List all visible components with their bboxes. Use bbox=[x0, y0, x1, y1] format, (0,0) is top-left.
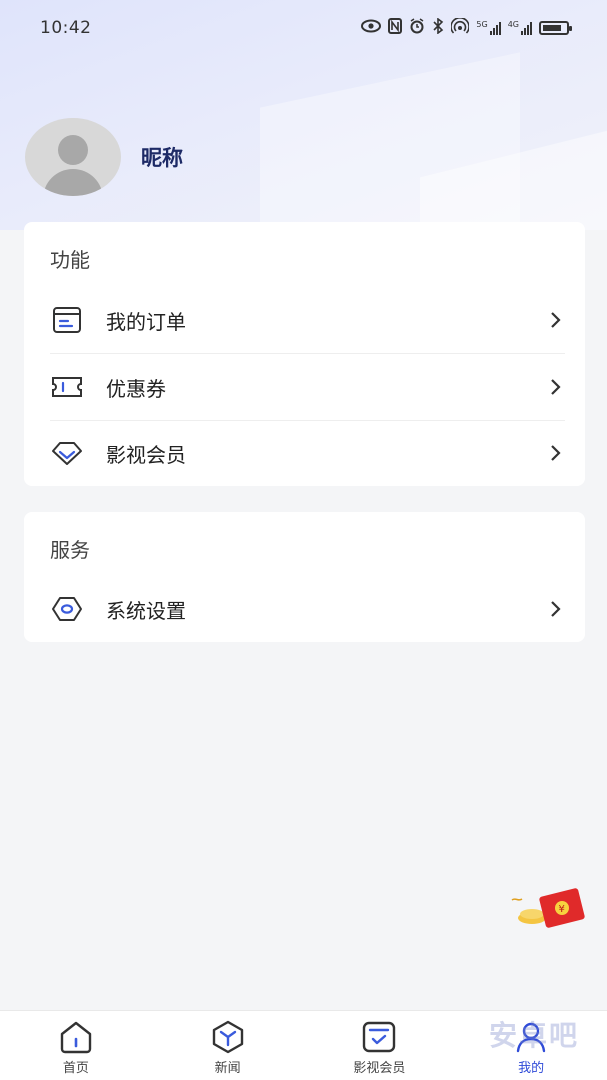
menu-item-coupons[interactable]: 优惠券 bbox=[50, 354, 565, 420]
signal-icon: 4G bbox=[508, 21, 532, 35]
tab-home[interactable]: 首页 bbox=[0, 1011, 152, 1080]
profile-header[interactable]: 昵称 bbox=[25, 118, 183, 196]
services-card: 服务 系统设置 bbox=[24, 512, 585, 642]
bluetooth-icon bbox=[432, 17, 444, 38]
chevron-right-icon bbox=[547, 378, 565, 396]
status-icons: 5G 4G bbox=[361, 17, 572, 38]
tab-label: 影视会员 bbox=[353, 1061, 406, 1076]
chevron-right-icon bbox=[547, 444, 565, 462]
tab-label: 我的 bbox=[518, 1061, 545, 1076]
menu-item-vip-membership[interactable]: 影视会员 bbox=[50, 420, 565, 486]
tab-vip-membership[interactable]: 影视会员 bbox=[304, 1011, 456, 1080]
chevron-right-icon bbox=[547, 600, 565, 618]
tab-label: 新闻 bbox=[214, 1061, 241, 1076]
functions-card: 功能 我的订单 优惠券 影视会员 bbox=[24, 222, 585, 486]
nfc-icon bbox=[388, 18, 403, 38]
signal-icon: 5G bbox=[476, 20, 501, 35]
menu-item-my-orders[interactable]: 我的订单 bbox=[50, 287, 565, 353]
menu-item-label: 系统设置 bbox=[106, 598, 186, 623]
home-icon bbox=[57, 1019, 95, 1055]
tab-news[interactable]: 新闻 bbox=[152, 1011, 304, 1080]
coupon-icon bbox=[50, 370, 84, 404]
nickname[interactable]: 昵称 bbox=[141, 142, 183, 172]
section-title: 服务 bbox=[50, 538, 90, 562]
eye-icon bbox=[361, 19, 382, 37]
menu-item-label: 影视会员 bbox=[106, 442, 186, 467]
network-type-label: 5G bbox=[476, 20, 488, 29]
battery-icon bbox=[539, 21, 572, 35]
menu-item-label: 我的订单 bbox=[106, 309, 186, 334]
chevron-right-icon bbox=[547, 311, 565, 329]
status-time: 10:42 bbox=[40, 18, 92, 38]
alarm-icon bbox=[409, 18, 425, 38]
red-packet-floating-button[interactable]: ¥ bbox=[510, 886, 590, 932]
news-icon bbox=[209, 1019, 247, 1055]
watermark: 安卓吧 bbox=[488, 1019, 579, 1052]
svg-text:¥: ¥ bbox=[559, 904, 565, 915]
section-title: 功能 bbox=[50, 248, 90, 272]
avatar[interactable] bbox=[25, 118, 121, 196]
diamond-icon bbox=[50, 436, 84, 470]
tab-label: 首页 bbox=[62, 1061, 89, 1076]
menu-item-system-settings[interactable]: 系统设置 bbox=[50, 576, 565, 642]
status-bar: 10:42 5G 4G bbox=[0, 0, 607, 56]
settings-icon bbox=[50, 592, 84, 626]
order-icon bbox=[50, 303, 84, 337]
hotspot-icon bbox=[450, 17, 471, 38]
membership-icon bbox=[360, 1019, 398, 1055]
network-type-label: 4G bbox=[507, 20, 519, 29]
menu-item-label: 优惠券 bbox=[106, 376, 166, 401]
